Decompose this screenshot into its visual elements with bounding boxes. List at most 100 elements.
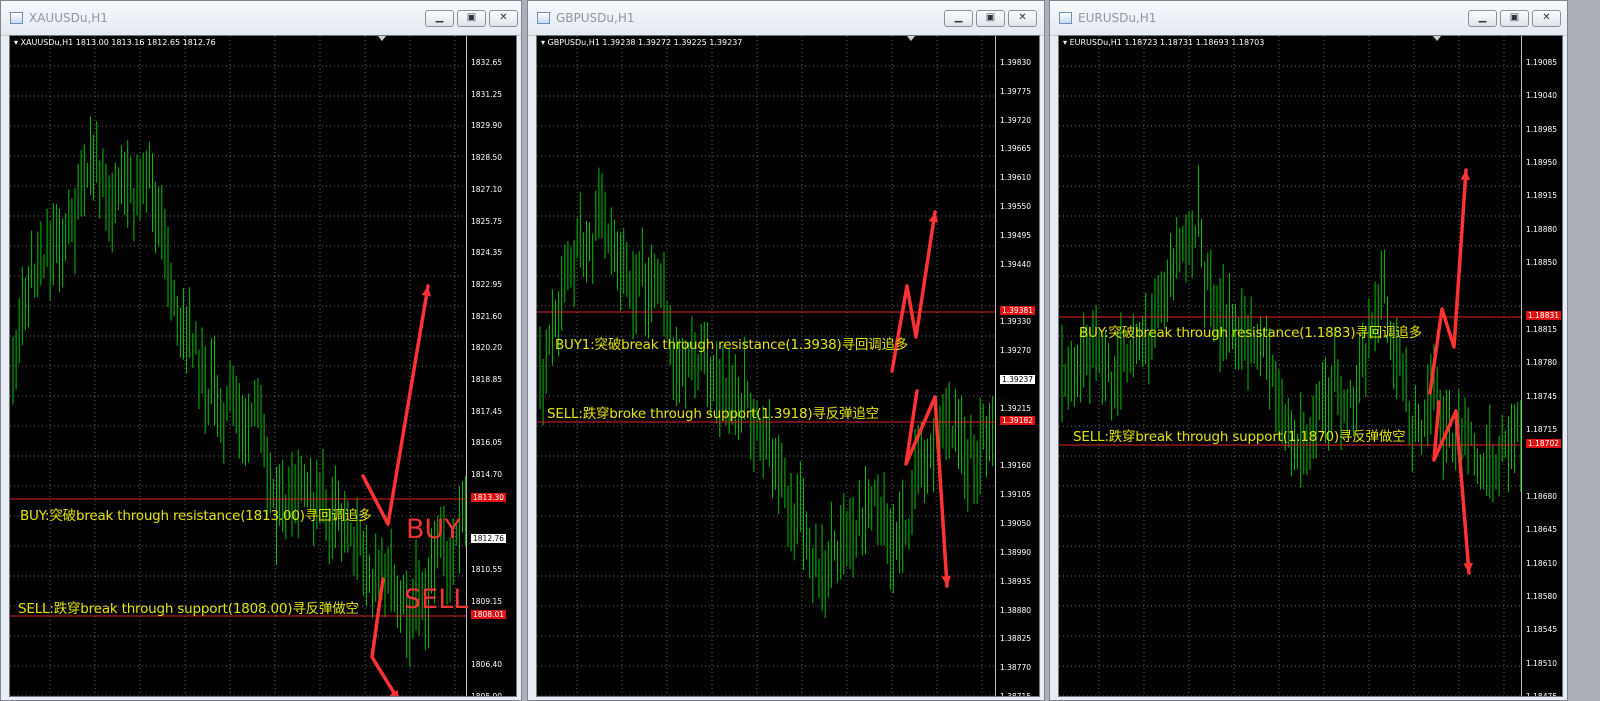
price-tick-label: 1.18510 [1526,658,1558,668]
current-price-tag: 1.39237 [1000,375,1036,384]
price-tick-label: 1828.50 [471,153,503,163]
minimize-icon: ▁ [1478,12,1487,23]
symbol-quote: EURUSDu,H1 1.18723 1.18731 1.18693 1.187… [1069,38,1265,47]
window-titlebar[interactable]: XAUUSDu,H1 ▁ ▣ ✕ [1,1,521,36]
price-tick-label: 1832.65 [471,58,503,67]
price-tick-label: 1.18915 [1526,191,1558,201]
price-tick-label: 1831.25 [471,89,503,99]
price-tick-label: 1.18850 [1526,258,1558,268]
minimize-button[interactable]: ▁ [425,10,454,27]
price-tick-label: 1.18680 [1526,491,1558,501]
sell-annotation: SELL:跌穿break through support(1.1870)寻反弹做… [1073,429,1406,445]
close-button[interactable]: ✕ [1532,10,1561,27]
price-tick-label: 1.18475 [1526,692,1558,697]
price-tick-label: 1.39330 [1000,317,1032,327]
price-level-tag: 1.39182 [1000,416,1036,425]
buy-annotation: BUY:突破break through resistance(1813.00)寻… [20,508,372,524]
window-titlebar[interactable]: EURUSDu,H1 ▁ ▣ ✕ [1050,1,1567,36]
price-tick-label: 1.38880 [1000,605,1032,615]
restore-button[interactable]: ▣ [976,10,1005,27]
price-tick-label: 1816.05 [471,438,503,448]
price-tick-label: 1814.70 [471,470,503,480]
price-tick-label: 1.39215 [1000,403,1032,413]
price-tick-label: 1.39550 [1000,202,1032,212]
price-tick-label: 1.39160 [1000,461,1032,471]
window-title: GBPUSDu,H1 [556,11,635,25]
price-tick-label: 1.18645 [1526,525,1558,535]
price-level-tag: 1813.30 [471,493,507,502]
price-chart[interactable]: ▾ GBPUSDu,H1 1.39238 1.39272 1.39225 1.3… [536,35,1040,697]
price-tick-label: 1.38825 [1000,634,1032,644]
chart-window-gbpusd[interactable]: GBPUSDu,H1 ▁ ▣ ✕ ▾ GBPUSDu,H1 1.39238 1.… [527,0,1045,701]
price-tick-label: 1821.60 [471,311,503,321]
close-icon: ✕ [499,12,508,23]
chart-window-xauusd[interactable]: XAUUSDu,H1 ▁ ▣ ✕ ▾ XAUUSDu,H1 1813.00 18… [0,0,522,701]
buy-annotation: BUY1:突破break through resistance(1.3938)寻… [555,337,909,353]
price-tick-label: 1.38770 [1000,663,1032,673]
chart-window-icon [1059,12,1072,24]
chart-header: ▾ XAUUSDu,H1 1813.00 1813.16 1812.65 181… [14,38,216,47]
price-tick-label: 1.39610 [1000,173,1032,183]
minimize-icon: ▁ [954,12,963,23]
close-button[interactable]: ✕ [489,10,518,27]
price-tick-label: 1.18985 [1526,124,1558,134]
chart-window-icon [10,12,23,24]
restore-icon: ▣ [985,12,996,23]
price-tick-label: 1.39495 [1000,230,1032,240]
price-tick-label: 1.19085 [1526,58,1558,67]
arrow-path [1432,400,1471,575]
price-level-tag: 1.39381 [1000,306,1036,315]
minimize-icon: ▁ [435,12,444,23]
price-tick-label: 1.39050 [1000,519,1032,529]
price-level-tag: 1.18702 [1526,439,1562,448]
price-tick-label: 1806.40 [471,660,503,670]
price-tick-label: 1.38990 [1000,547,1032,557]
price-tick-label: 1.39775 [1000,86,1032,96]
price-tick-label: 1.39720 [1000,115,1032,125]
candles [539,167,994,618]
chart-window-icon [537,12,550,24]
price-tick-label: 1810.55 [471,565,503,575]
arrow-head-icon [1463,562,1473,573]
arrow-head-icon [941,575,952,586]
price-tick-label: 1.39105 [1000,490,1032,500]
buy-annotation: BUY:突破break through resistance(1.1883)寻回… [1079,325,1422,341]
window-title: EURUSDu,H1 [1078,11,1157,25]
price-tick-label: 1.18745 [1526,391,1558,401]
price-tick-label: 1827.10 [471,184,503,194]
price-tick-label: 1829.90 [471,121,503,131]
window-title: XAUUSDu,H1 [29,11,108,25]
current-price-tag: 1812.76 [471,533,507,543]
scroll-marker-icon [1433,36,1441,41]
chart-window-eurusd[interactable]: EURUSDu,H1 ▁ ▣ ✕ ▾ EURUSDu,H1 1.18723 1.… [1049,0,1568,701]
sell-annotation: SELL:跌穿broke through support(1.3918)寻反弹追… [547,406,879,422]
price-tick-label: 1.18815 [1526,324,1558,334]
restore-button[interactable]: ▣ [1500,10,1529,27]
price-level-tag: 1808.01 [471,610,507,619]
price-tick-label: 1.38715 [1000,692,1032,697]
arrow-head-icon [1460,170,1471,181]
price-tick-label: 1.39830 [1000,58,1032,67]
minimize-button[interactable]: ▁ [944,10,973,27]
trade-arrows [890,210,952,588]
chart-header: ▾ GBPUSDu,H1 1.39238 1.39272 1.39225 1.3… [541,38,743,47]
window-titlebar[interactable]: GBPUSDu,H1 ▁ ▣ ✕ [528,1,1044,36]
close-button[interactable]: ✕ [1008,10,1037,27]
price-chart[interactable]: ▾ EURUSDu,H1 1.18723 1.18731 1.18693 1.1… [1058,35,1563,697]
price-tick-label: 1.18545 [1526,625,1558,635]
minimize-button[interactable]: ▁ [1468,10,1497,27]
price-tick-label: 1805.00 [471,692,503,697]
price-tick-label: 1.19040 [1526,91,1558,101]
price-tick-label: 1824.35 [471,248,503,258]
trade-arrows [361,284,432,696]
price-tick-label: 1.39665 [1000,144,1032,154]
restore-button[interactable]: ▣ [457,10,486,27]
candlestick-plot [1059,36,1522,696]
price-tick-label: 1820.20 [471,343,503,353]
price-chart[interactable]: ▾ XAUUSDu,H1 1813.00 1813.16 1812.65 181… [9,35,517,697]
sell-annotation: SELL:跌穿break through support(1808.00)寻反弹… [18,601,359,617]
price-tick-label: 1817.45 [471,406,503,416]
scroll-marker-icon [378,36,386,41]
sell-label: SELL [404,584,469,615]
symbol-quote: XAUUSDu,H1 1813.00 1813.16 1812.65 1812.… [20,38,216,47]
